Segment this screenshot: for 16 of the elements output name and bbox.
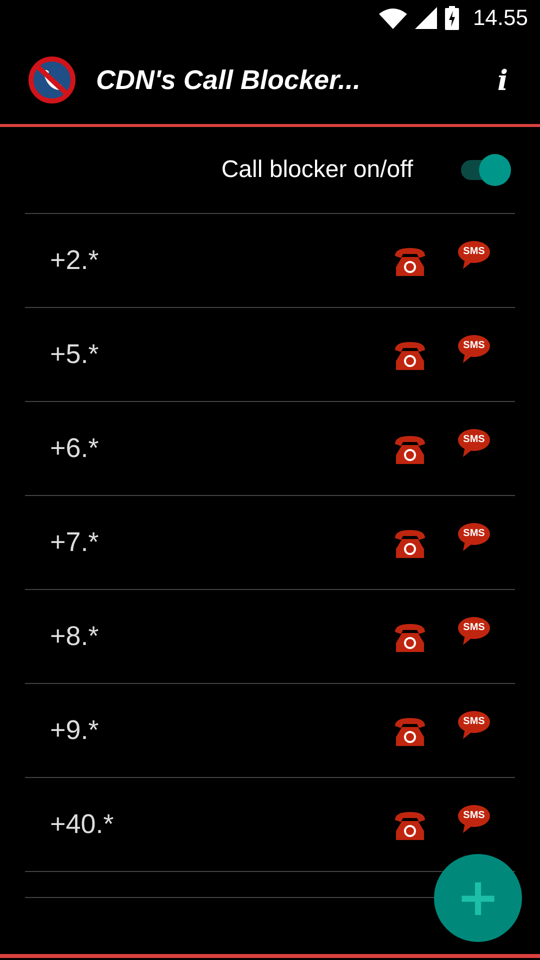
- signal-icon: [414, 7, 437, 29]
- number-pattern: +5.*: [50, 339, 100, 370]
- number-pattern: +7.*: [50, 527, 100, 558]
- app-title: CDN's Call Blocker...: [96, 64, 362, 96]
- toggle-switch[interactable]: [461, 153, 511, 187]
- number-pattern: +9.*: [50, 715, 100, 746]
- app-logo-icon: [28, 56, 76, 104]
- number-pattern: +8.*: [50, 621, 100, 652]
- info-button[interactable]: i: [489, 64, 516, 96]
- wifi-icon: [378, 7, 407, 29]
- switch-label: Call blocker on/off: [221, 156, 413, 184]
- number-pattern: +40.*: [50, 809, 115, 840]
- number-pattern: +6.*: [50, 433, 100, 464]
- battery-icon: [444, 6, 459, 30]
- number-pattern: +2.*: [50, 245, 100, 276]
- clock: 14.55: [472, 5, 528, 31]
